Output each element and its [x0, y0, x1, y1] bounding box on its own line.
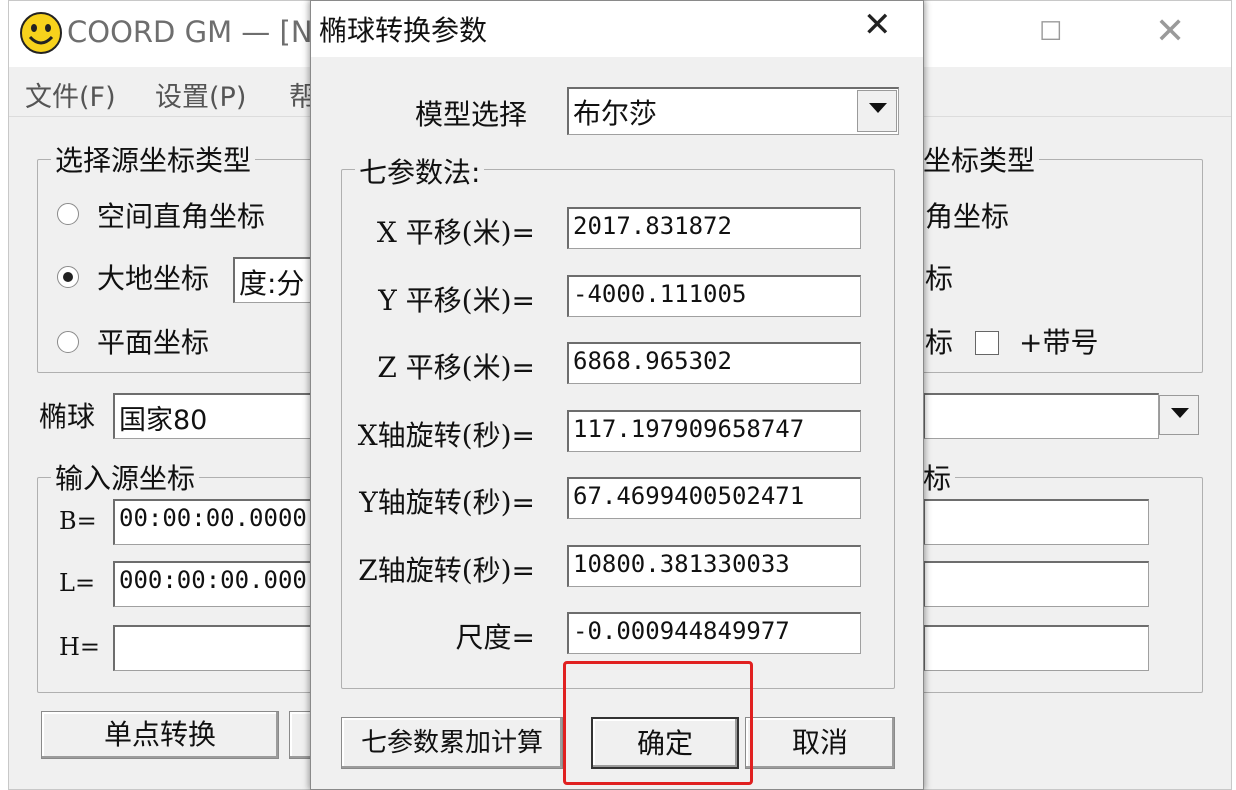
- h-label: H=: [59, 633, 101, 661]
- dialog-close-icon[interactable]: ✕: [863, 5, 892, 45]
- cancel-button[interactable]: 取消: [745, 717, 895, 769]
- app-smiley-icon: [20, 12, 62, 54]
- target-coord-3: [923, 625, 1149, 671]
- b-label: B=: [59, 507, 97, 535]
- target-coord-1: [923, 499, 1149, 545]
- model-chevron-down-icon[interactable]: [857, 90, 897, 132]
- ok-button-highlight: [563, 661, 753, 785]
- target-option-3-label: 标: [925, 326, 954, 359]
- single-convert-button[interactable]: 单点转换: [41, 711, 279, 759]
- model-label: 模型选择: [415, 98, 528, 131]
- param-input-3[interactable]: 117.197909658747: [567, 410, 861, 452]
- param-label-1: Y 平移(米)=: [378, 284, 535, 317]
- chevron-down-icon[interactable]: [1159, 395, 1199, 435]
- menu-settings[interactable]: 设置(P): [155, 75, 246, 114]
- dialog-title: 椭球转换参数: [319, 14, 488, 47]
- radio-plane[interactable]: [57, 331, 79, 353]
- zone-number-label: +带号: [1019, 326, 1099, 359]
- model-select[interactable]: 布尔莎: [567, 87, 899, 135]
- close-icon[interactable]: ✕: [1155, 11, 1185, 52]
- radio-geodetic-label: 大地坐标: [97, 262, 210, 295]
- maximize-icon[interactable]: ☐: [1039, 17, 1062, 47]
- param-input-0[interactable]: 2017.831872: [567, 207, 861, 249]
- input-coords-group-title: 输入源坐标: [51, 457, 200, 497]
- target-type-group-title: 坐标类型: [919, 139, 1040, 179]
- source-type-group-title: 选择源坐标类型: [51, 139, 256, 179]
- dialog-titlebar: 椭球转换参数 ✕: [311, 1, 923, 57]
- h-input[interactable]: [113, 625, 333, 671]
- accumulate-button[interactable]: 七参数累加计算: [341, 717, 563, 769]
- main-window-title: COORD GM — [N: [67, 15, 313, 49]
- param-input-6[interactable]: -0.000944849977: [567, 612, 861, 654]
- target-coord-2: [923, 561, 1149, 607]
- param-label-2: Z 平移(米)=: [377, 351, 535, 384]
- param-label-6: 尺度=: [455, 621, 535, 654]
- zone-number-checkbox[interactable]: [975, 331, 999, 355]
- ellipsoid-label: 椭球: [39, 400, 96, 433]
- radio-spatial-rect-label: 空间直角坐标: [97, 200, 266, 233]
- param-label-5: Z轴旋转(秒)=: [358, 554, 535, 587]
- param-input-4[interactable]: 67.4699400502471: [567, 477, 861, 519]
- param-input-5[interactable]: 10800.381330033: [567, 545, 861, 587]
- b-input[interactable]: 00:00:00.0000: [113, 499, 333, 545]
- l-input[interactable]: 000:00:00.000: [113, 561, 333, 607]
- ellipsoid-params-dialog: 椭球转换参数 ✕ 模型选择 布尔莎 七参数法: 七参数累加计算 确定 取消 X …: [310, 0, 924, 790]
- l-label: L=: [59, 569, 96, 597]
- seven-param-group-title: 七参数法:: [355, 151, 485, 191]
- param-label-3: X轴旋转(秒)=: [357, 419, 535, 452]
- param-input-1[interactable]: -4000.111005: [567, 275, 861, 317]
- target-coords-group-title: 标: [919, 457, 956, 497]
- target-ellipsoid-select[interactable]: [923, 393, 1159, 439]
- menu-file[interactable]: 文件(F): [25, 75, 116, 114]
- radio-spatial-rect[interactable]: [57, 203, 79, 225]
- target-option-2-label: 标: [925, 262, 954, 295]
- param-input-2[interactable]: 6868.965302: [567, 342, 861, 384]
- radio-geodetic[interactable]: [57, 266, 79, 288]
- ellipsoid-select[interactable]: 国家80: [113, 393, 333, 439]
- target-option-1-label: 角坐标: [925, 200, 1010, 233]
- param-label-4: Y轴旋转(秒)=: [359, 486, 535, 519]
- param-label-0: X 平移(米)=: [376, 216, 535, 249]
- radio-plane-label: 平面坐标: [97, 326, 210, 359]
